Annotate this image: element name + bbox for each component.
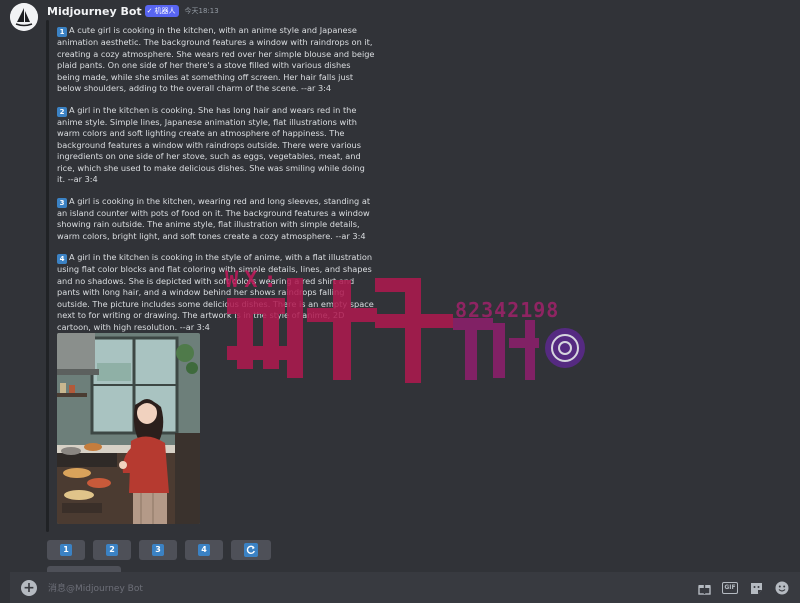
message-rail (46, 20, 49, 532)
prompt-item: 4A girl in the kitchen is cooking in the… (57, 252, 375, 333)
prompt-item: 1A cute girl is cooking in the kitchen, … (57, 25, 375, 95)
prompt-number-badge: 2 (57, 106, 67, 117)
button-number: 3 (152, 544, 164, 556)
message-timestamp: 今天18:13 (184, 7, 219, 15)
upscale-4-button[interactable]: 4 (185, 540, 223, 560)
add-attachment-icon[interactable]: + (21, 580, 37, 596)
bot-username[interactable]: Midjourney Bot (47, 5, 142, 18)
upscale-3-button[interactable]: 3 (139, 540, 177, 560)
watermark-number-text: 82342198 (455, 298, 560, 322)
sticker-icon[interactable] (748, 580, 764, 596)
upscale-2-button[interactable]: 2 (93, 540, 131, 560)
prompt-number-badge: 4 (57, 254, 67, 264)
bot-badge-label: 机器人 (154, 7, 176, 15)
checkmark-icon: ✓ (146, 7, 153, 15)
prompt-number-badge: 1 (57, 27, 67, 37)
sailboat-logo-icon (10, 3, 38, 31)
gif-icon[interactable]: GIF (722, 580, 738, 596)
bot-message: Midjourney Bot ✓ 机器人 今天18:13 1A cute gir… (0, 0, 800, 574)
button-number: 2 (106, 544, 118, 556)
refresh-icon (244, 543, 258, 557)
prompt-number-badge: 3 (57, 197, 67, 208)
prompt-text: A girl is cooking in the kitchen, wearin… (57, 195, 371, 241)
prompt-text: A cute girl is cooking in the kitchen, w… (57, 25, 375, 93)
action-button-row: 1 2 3 4 (47, 540, 271, 560)
emoji-icon[interactable] (774, 580, 790, 596)
button-number: 1 (60, 544, 72, 556)
prompt-text: A girl in the kitchen is cooking in the … (57, 252, 374, 332)
bot-avatar[interactable] (10, 3, 38, 31)
watermark-wx-text: WX: (225, 268, 283, 293)
gift-icon[interactable] (696, 580, 712, 596)
prompt-list: 1A cute girl is cooking in the kitchen, … (57, 25, 375, 343)
message-input[interactable] (46, 578, 650, 600)
reroll-button[interactable] (231, 540, 271, 560)
kitchen-girl-illustration (57, 333, 200, 524)
upscale-1-button[interactable]: 1 (47, 540, 85, 560)
button-number: 4 (198, 544, 210, 556)
generated-image[interactable] (57, 333, 200, 524)
message-composer: + GIF (10, 572, 800, 603)
prompt-item: 2A girl in the kitchen is cooking. She h… (57, 105, 375, 186)
message-header: Midjourney Bot ✓ 机器人 今天18:13 (47, 4, 219, 18)
prompt-item: 3A girl is cooking in the kitchen, weari… (57, 196, 375, 243)
bot-badge: ✓ 机器人 (144, 5, 179, 17)
prompt-text: A girl in the kitchen is cooking. She ha… (57, 104, 365, 185)
